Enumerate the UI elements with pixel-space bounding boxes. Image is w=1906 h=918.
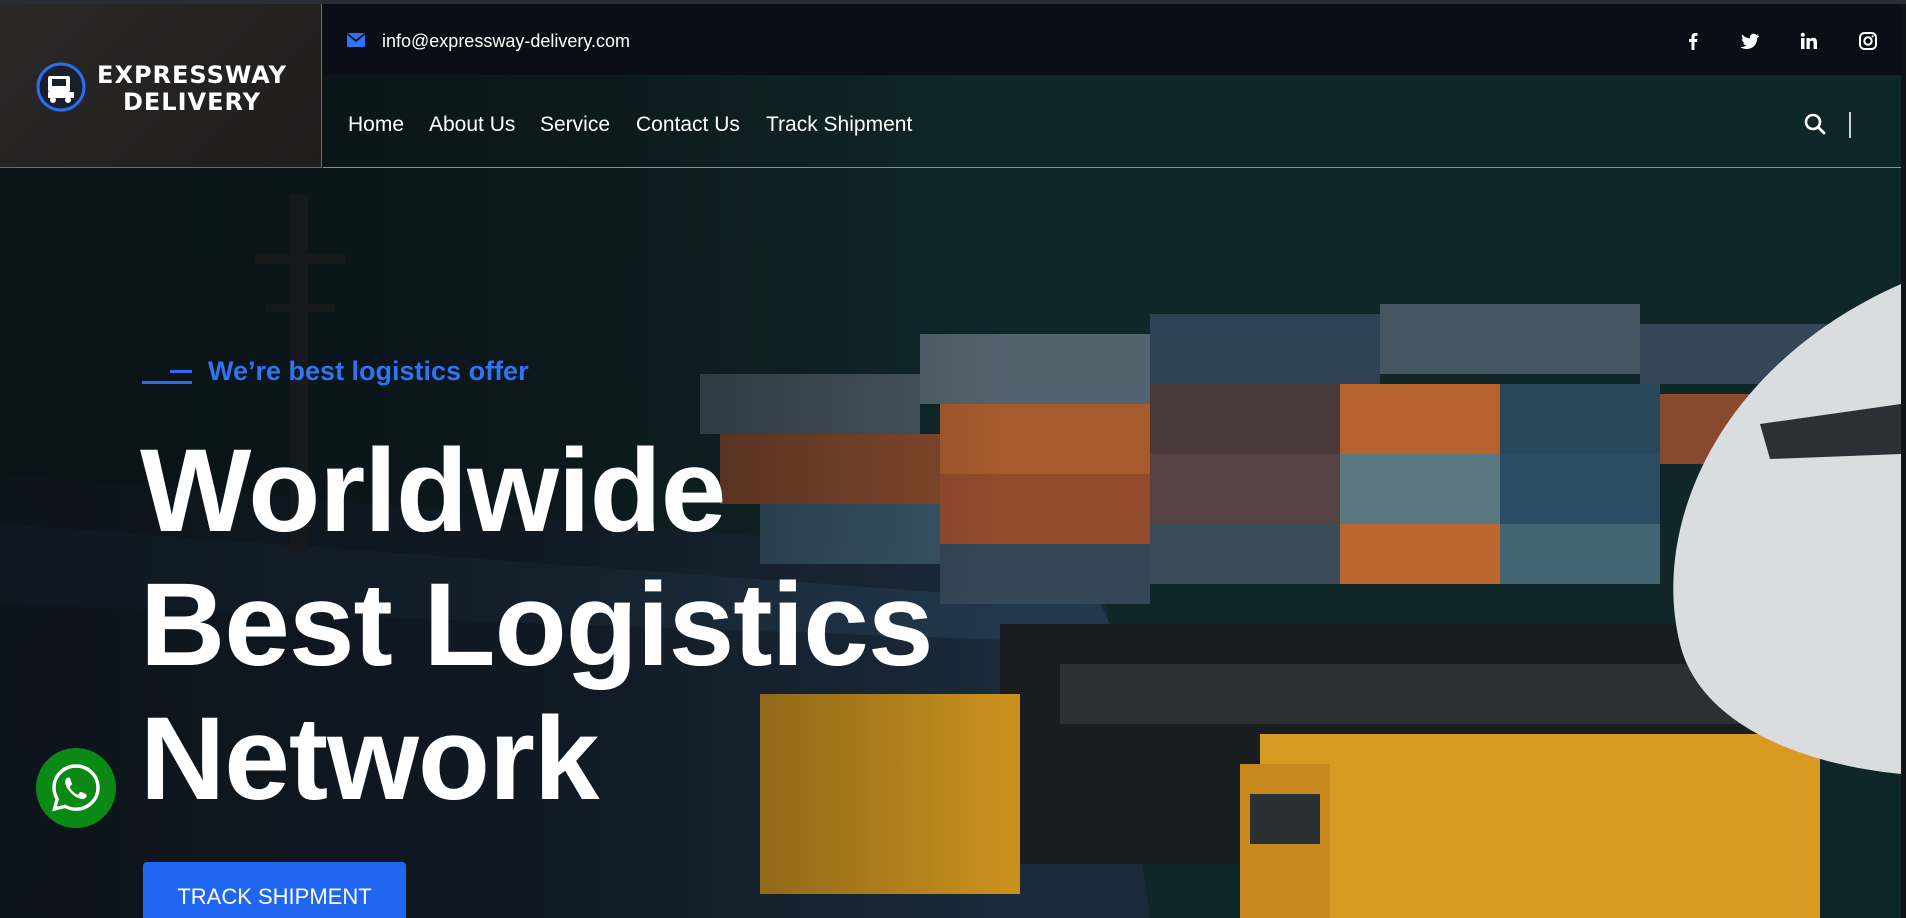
nav-item-track-shipment[interactable]: Track Shipment bbox=[766, 113, 912, 137]
track-shipment-button[interactable]: TRACK SHIPMENT bbox=[143, 862, 406, 918]
brand-name-line2: DELIVERY bbox=[122, 88, 262, 116]
headline-line3: Network bbox=[140, 693, 600, 825]
search-icon[interactable] bbox=[1803, 112, 1827, 136]
twitter-icon[interactable] bbox=[1740, 31, 1760, 51]
truck-logo-icon bbox=[36, 62, 86, 112]
facebook-icon[interactable] bbox=[1683, 31, 1703, 51]
viewport-edge bbox=[1901, 4, 1906, 918]
email-link[interactable]: info@expressway-delivery.com bbox=[382, 31, 630, 52]
top-contact-bar: info@expressway-delivery.com bbox=[323, 4, 1901, 75]
main-navigation: Home About Us Service Contact Us Track S… bbox=[323, 75, 1901, 168]
tagline-decoration bbox=[142, 381, 192, 384]
brand-name-line1: EXPRESSWAY bbox=[97, 61, 287, 89]
hero-headline: Worldwide Best Logistics Network bbox=[140, 424, 934, 826]
logo[interactable]: EXPRESSWAY DELIVERY bbox=[0, 4, 322, 168]
tagline-decoration-short bbox=[170, 370, 192, 373]
whatsapp-button[interactable] bbox=[36, 748, 116, 828]
headline-line2: Best Logistics bbox=[140, 559, 934, 691]
whatsapp-icon bbox=[52, 764, 100, 812]
instagram-icon[interactable] bbox=[1858, 31, 1878, 51]
nav-divider bbox=[1849, 112, 1851, 138]
nav-item-service[interactable]: Service bbox=[540, 113, 610, 137]
linkedin-icon[interactable] bbox=[1799, 31, 1819, 51]
envelope-icon bbox=[347, 33, 365, 47]
nav-item-home[interactable]: Home bbox=[348, 113, 404, 137]
brand-name: EXPRESSWAY DELIVERY bbox=[92, 62, 292, 116]
hero-tagline: We’re best logistics offer bbox=[208, 356, 529, 386]
nav-item-contact-us[interactable]: Contact Us bbox=[636, 113, 740, 137]
headline-line1: Worldwide bbox=[140, 425, 726, 557]
page: EXPRESSWAY DELIVERY info@expressway-deli… bbox=[0, 0, 1906, 918]
nav-item-about-us[interactable]: About Us bbox=[429, 113, 515, 137]
